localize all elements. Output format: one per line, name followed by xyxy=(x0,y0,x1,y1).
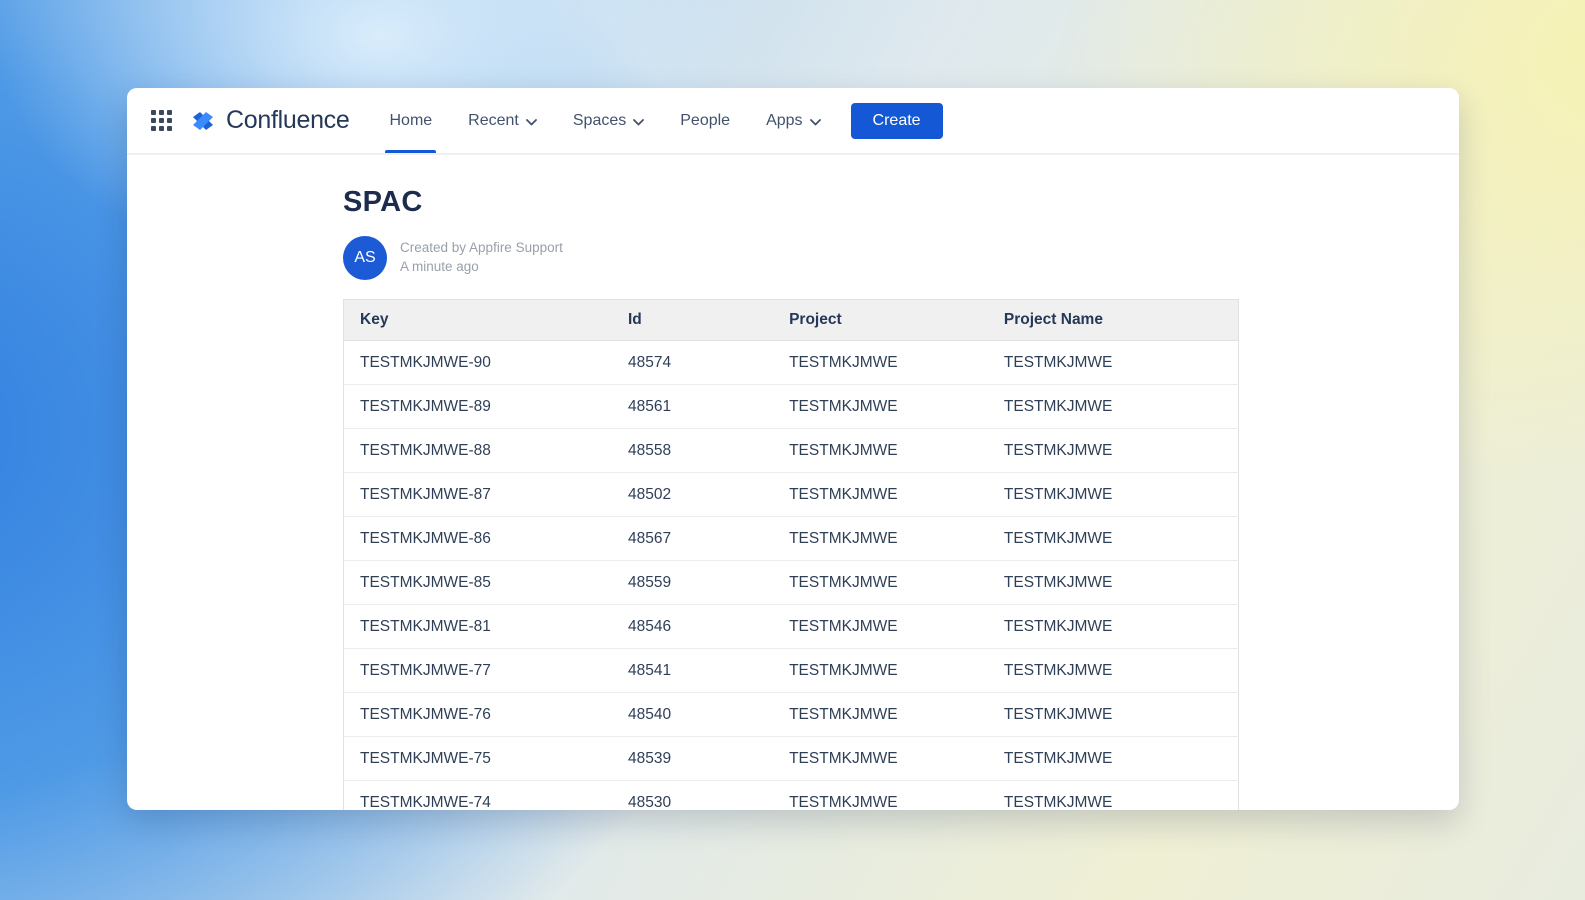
nav-item-recent[interactable]: Recent xyxy=(468,88,537,153)
nav-item-label: People xyxy=(680,111,731,129)
table-cell: TESTMKJMWE-77 xyxy=(343,648,612,693)
table-cell: TESTMKJMWE xyxy=(773,340,988,385)
table-cell: TESTMKJMWE xyxy=(773,560,988,605)
table-cell: TESTMKJMWE-81 xyxy=(343,604,612,649)
table-row: TESTMKJMWE-88 48558 TESTMKJMWE TESTMKJMWE xyxy=(343,428,1239,473)
issues-table: Key Id Project Project Name TESTMKJMWE-90 48… xyxy=(343,299,1239,810)
table-cell: TESTMKJMWE xyxy=(773,736,988,781)
app-switcher-icon[interactable] xyxy=(151,110,172,131)
active-tab-underline xyxy=(385,150,437,153)
table-cell: 48559 xyxy=(612,560,774,605)
table-row: TESTMKJMWE-87 48502 TESTMKJMWE TESTMKJMWE xyxy=(343,472,1239,517)
table-cell: 48574 xyxy=(612,340,774,385)
table-cell: TESTMKJMWE xyxy=(987,604,1239,649)
confluence-window: Confluence Home Recent Spaces People Apps Cr… xyxy=(127,88,1459,810)
table-cell: 48539 xyxy=(612,736,774,781)
confluence-wordmark: Confluence xyxy=(226,106,350,134)
byline-text: Created by Appfire Support A minute ago xyxy=(400,239,563,277)
table-cell: TESTMKJMWE xyxy=(773,384,988,429)
table-cell: TESTMKJMWE xyxy=(987,736,1239,781)
nav-item-label: Recent xyxy=(468,111,519,129)
top-navbar: Confluence Home Recent Spaces People Apps Cr… xyxy=(127,88,1459,155)
table-cell: TESTMKJMWE-75 xyxy=(343,736,612,781)
table-row: TESTMKJMWE-86 48567 TESTMKJMWE TESTMKJMWE xyxy=(343,516,1239,561)
table-cell: TESTMKJMWE xyxy=(773,604,988,649)
table-cell: TESTMKJMWE xyxy=(773,692,988,737)
table-cell: TESTMKJMWE xyxy=(773,648,988,693)
nav-item-label: Home xyxy=(389,111,433,129)
avatar[interactable]: AS xyxy=(343,236,387,280)
nav-item-people[interactable]: People xyxy=(680,88,730,153)
table-cell: 48502 xyxy=(612,472,774,517)
column-header-key: Key xyxy=(343,299,612,341)
table-cell: TESTMKJMWE xyxy=(987,780,1239,810)
table-cell: TESTMKJMWE xyxy=(773,516,988,561)
table-cell: TESTMKJMWE-90 xyxy=(343,340,612,385)
table-cell: 48530 xyxy=(612,780,774,810)
nav-item-home[interactable]: Home xyxy=(385,88,437,153)
table-cell: TESTMKJMWE-85 xyxy=(343,560,612,605)
nav-item-label: Spaces xyxy=(572,111,627,129)
chevron-down-icon xyxy=(633,113,645,131)
table-row: TESTMKJMWE-77 48541 TESTMKJMWE TESTMKJMWE xyxy=(343,648,1239,693)
table-cell: 48567 xyxy=(612,516,774,561)
table-cell: TESTMKJMWE xyxy=(987,428,1239,473)
table-cell: 48561 xyxy=(612,384,774,429)
table-cell: TESTMKJMWE-88 xyxy=(343,428,612,473)
nav-item-apps[interactable]: Apps xyxy=(766,88,821,153)
table-cell: 48541 xyxy=(612,648,774,693)
table-cell: TESTMKJMWE-89 xyxy=(343,384,612,429)
column-header-project-name: Project Name xyxy=(987,299,1239,341)
chevron-down-icon xyxy=(525,113,537,131)
table-cell: TESTMKJMWE xyxy=(773,780,988,810)
column-header-project: Project xyxy=(773,299,988,341)
table-cell: TESTMKJMWE xyxy=(987,692,1239,737)
create-button[interactable]: Create xyxy=(850,102,943,139)
table-row: TESTMKJMWE-74 48530 TESTMKJMWE TESTMKJMWE xyxy=(343,780,1239,810)
page-content: SPAC AS Created by Appfire Support A min… xyxy=(127,155,1459,810)
table-row: TESTMKJMWE-75 48539 TESTMKJMWE TESTMKJMWE xyxy=(343,736,1239,781)
table-cell: TESTMKJMWE xyxy=(987,340,1239,385)
table-cell: TESTMKJMWE xyxy=(773,472,988,517)
table-header: Key Id Project Project Name xyxy=(343,299,1239,341)
table-cell: TESTMKJMWE xyxy=(987,384,1239,429)
table-cell: TESTMKJMWE xyxy=(987,560,1239,605)
main-nav: Home Recent Spaces People Apps xyxy=(385,88,821,153)
table-cell: TESTMKJMWE xyxy=(987,648,1239,693)
table-row: TESTMKJMWE-76 48540 TESTMKJMWE TESTMKJMWE xyxy=(343,692,1239,737)
page-title: SPAC xyxy=(343,186,423,218)
table-row: TESTMKJMWE-90 48574 TESTMKJMWE TESTMKJMWE xyxy=(343,340,1239,385)
table-cell: TESTMKJMWE xyxy=(773,428,988,473)
confluence-logo-icon xyxy=(190,109,216,133)
nav-item-spaces[interactable]: Spaces xyxy=(572,88,645,153)
table-row: TESTMKJMWE-89 48561 TESTMKJMWE TESTMKJMWE xyxy=(343,384,1239,429)
table-cell: 48558 xyxy=(612,428,774,473)
table-cell: TESTMKJMWE-76 xyxy=(343,692,612,737)
created-by-text: Created by Appfire Support xyxy=(400,240,563,256)
column-header-id: Id xyxy=(612,299,774,341)
confluence-logo[interactable]: Confluence xyxy=(190,106,350,135)
table-cell: 48546 xyxy=(612,604,774,649)
desktop-background: Confluence Home Recent Spaces People Apps Cr… xyxy=(0,0,1585,900)
table-cell: TESTMKJMWE-87 xyxy=(343,472,612,517)
nav-item-label: Apps xyxy=(766,111,803,129)
table-cell: TESTMKJMWE xyxy=(987,472,1239,517)
table-row: TESTMKJMWE-81 48546 TESTMKJMWE TESTMKJMWE xyxy=(343,604,1239,649)
timestamp-text: A minute ago xyxy=(400,259,479,274)
table-cell: TESTMKJMWE-86 xyxy=(343,516,612,561)
byline: AS Created by Appfire Support A minute a… xyxy=(343,236,1459,280)
table-row: TESTMKJMWE-85 48559 TESTMKJMWE TESTMKJMWE xyxy=(343,560,1239,605)
table-cell: TESTMKJMWE-74 xyxy=(343,780,612,810)
chevron-down-icon xyxy=(809,113,821,131)
table-cell: TESTMKJMWE xyxy=(987,516,1239,561)
table-cell: 48540 xyxy=(612,692,774,737)
